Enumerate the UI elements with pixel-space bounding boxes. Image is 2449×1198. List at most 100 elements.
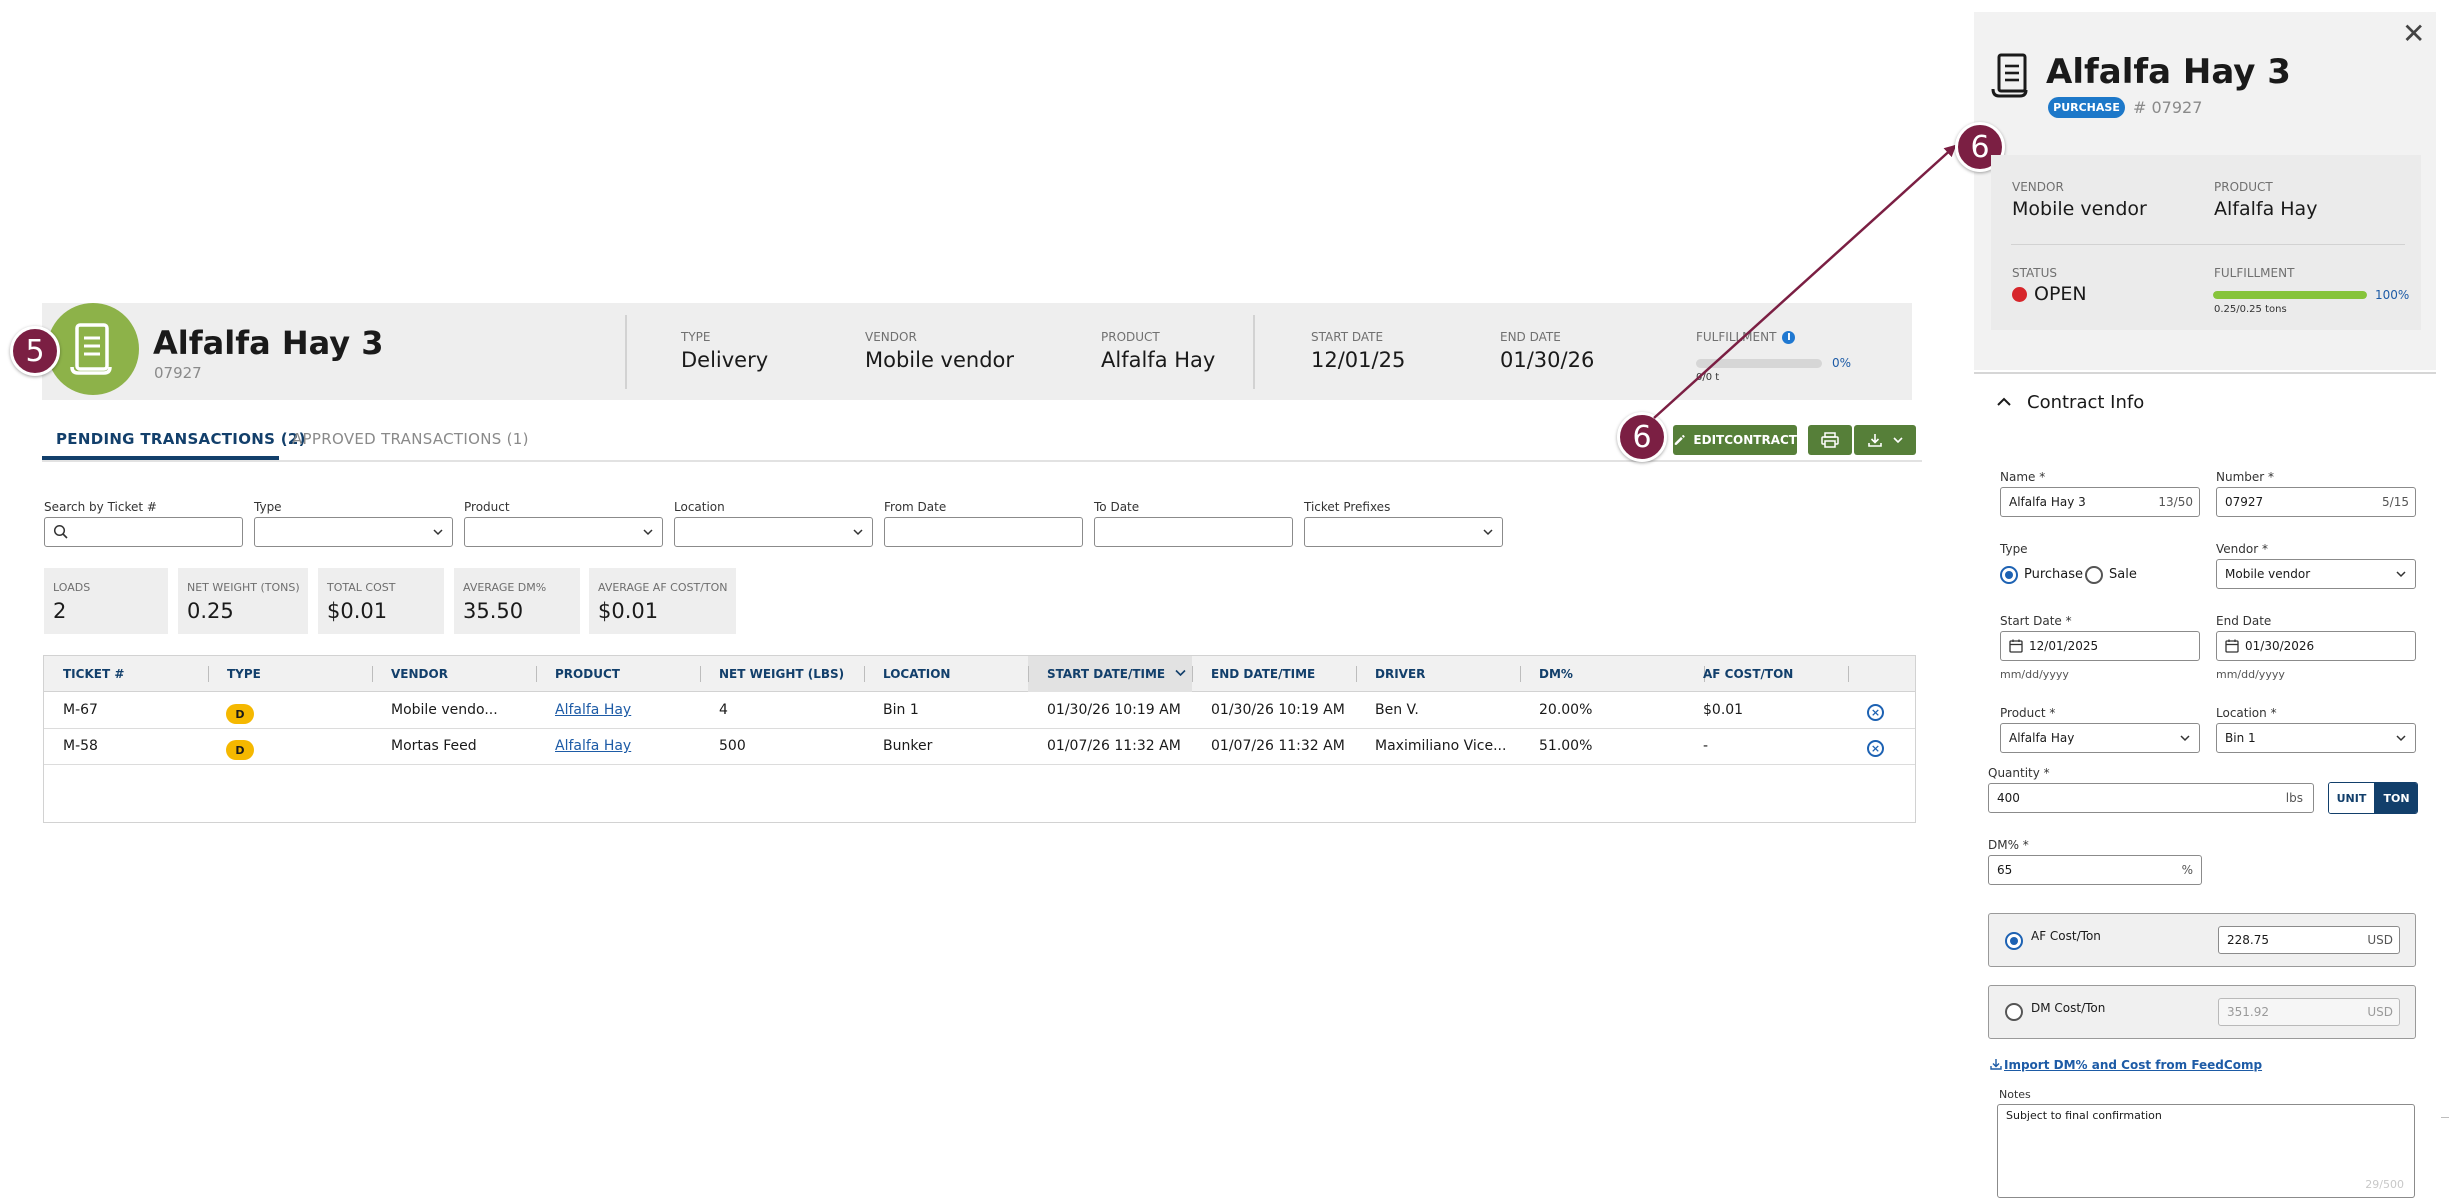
to-date-input[interactable] — [1094, 517, 1293, 547]
location-filter-select[interactable] — [674, 517, 873, 547]
from-date-label: From Date — [884, 500, 947, 514]
ticket-prefix-select[interactable] — [1304, 517, 1503, 547]
panel-status-value: OPEN — [2034, 283, 2087, 305]
cell-ticket: M-67 — [63, 702, 98, 718]
quantity-input[interactable]: 400 lbs — [1988, 783, 2314, 813]
row-divider — [44, 728, 1915, 729]
end-date-field-label: End Date — [2216, 614, 2272, 628]
start-date-field-value: 12/01/2025 — [2029, 639, 2099, 653]
printer-icon — [1821, 432, 1839, 448]
dm-unit: % — [2181, 863, 2193, 877]
column-header-type[interactable]: TYPE — [227, 667, 261, 681]
import-feedcomp-link[interactable]: Import DM% and Cost from FeedComp — [1990, 1058, 2262, 1072]
column-header-af-cost[interactable]: AF COST/TON — [1703, 667, 1793, 681]
column-divider — [372, 666, 373, 682]
summary-card-average-dm: AVERAGE DM% 35.50 — [454, 568, 580, 634]
column-header-end-date[interactable]: END DATE/TIME — [1211, 667, 1315, 681]
contract-avatar — [47, 303, 139, 395]
name-field[interactable]: Alfalfa Hay 3 13/50 — [2000, 487, 2200, 517]
search-icon — [53, 524, 68, 539]
print-button[interactable] — [1808, 425, 1852, 455]
panel-vendor-value: Mobile vendor — [2012, 198, 2147, 220]
chevron-down-icon — [2396, 571, 2406, 578]
cell-product-link[interactable]: Alfalfa Hay — [555, 702, 631, 718]
cell-vendor: Mobile vendo... — [391, 702, 498, 718]
cell-start-date: 01/07/26 11:32 AM — [1047, 738, 1181, 754]
download-icon — [1990, 1059, 2002, 1070]
type-sale-label[interactable]: Sale — [2109, 567, 2137, 582]
info-icon[interactable]: i — [1782, 331, 1796, 344]
close-icon[interactable]: ✕ — [2402, 20, 2425, 48]
calendar-icon[interactable] — [2225, 639, 2239, 653]
af-cost-value: 228.75 — [2227, 933, 2269, 947]
download-icon — [1868, 434, 1882, 447]
remove-row-icon[interactable]: × — [1867, 704, 1884, 721]
calendar-icon[interactable] — [2009, 639, 2023, 653]
from-date-input[interactable] — [884, 517, 1083, 547]
cell-net-weight: 4 — [719, 702, 728, 718]
sort-descending-icon — [1175, 669, 1186, 677]
column-header-location[interactable]: LOCATION — [883, 667, 950, 681]
location-select-value: Bin 1 — [2225, 731, 2256, 745]
panel-fulfillment-percent: 100% — [2375, 288, 2410, 302]
dm-cost-card[interactable]: DM Cost/Ton 351.92 USD — [1988, 985, 2416, 1039]
location-select[interactable]: Bin 1 — [2216, 723, 2416, 753]
type-value: Delivery — [681, 348, 769, 372]
contract-info-section-title[interactable]: Contract Info — [2027, 392, 2144, 413]
vendor-select[interactable]: Mobile vendor — [2216, 559, 2416, 589]
column-header-dm[interactable]: DM% — [1539, 667, 1573, 681]
column-header-ticket[interactable]: TICKET # — [63, 667, 124, 681]
tab-approved-transactions[interactable]: APPROVED TRANSACTIONS (1) — [292, 430, 529, 448]
type-purchase-radio[interactable] — [2000, 566, 2018, 584]
type-filter-select[interactable] — [254, 517, 453, 547]
chevron-up-icon[interactable] — [1996, 396, 2012, 408]
end-date-field-value: 01/30/2026 — [2245, 639, 2315, 653]
column-header-driver[interactable]: DRIVER — [1375, 667, 1425, 681]
unit-toggle-option[interactable]: UNIT — [2329, 783, 2374, 813]
remove-row-icon[interactable]: × — [1867, 740, 1884, 757]
ton-toggle-option[interactable]: TON — [2374, 783, 2417, 813]
search-ticket-label: Search by Ticket # — [44, 500, 157, 514]
product-select[interactable]: Alfalfa Hay — [2000, 723, 2200, 753]
panel-product-value: Alfalfa Hay — [2214, 198, 2318, 220]
column-header-product[interactable]: PRODUCT — [555, 667, 620, 681]
end-date-hint: mm/dd/yyyy — [2216, 668, 2285, 681]
column-header-vendor[interactable]: VENDOR — [391, 667, 448, 681]
dm-input[interactable]: 65 % — [1988, 855, 2202, 885]
cell-net-weight: 500 — [719, 738, 746, 754]
summary-value: $0.01 — [598, 599, 659, 623]
af-cost-input[interactable]: 228.75 USD — [2218, 926, 2400, 954]
cell-product-link[interactable]: Alfalfa Hay — [555, 738, 631, 754]
panel-divider — [1974, 372, 2436, 374]
vendor-value: Mobile vendor — [865, 348, 1015, 372]
product-value: Alfalfa Hay — [1101, 348, 1216, 372]
number-field[interactable]: 07927 5/15 — [2216, 487, 2416, 517]
af-cost-card[interactable]: AF Cost/Ton 228.75 USD — [1988, 913, 2416, 967]
column-header-net-weight[interactable]: NET WEIGHT (LBS) — [719, 667, 844, 681]
scrollbar[interactable] — [2441, 1117, 2449, 1118]
type-sale-radio[interactable] — [2085, 566, 2103, 584]
start-date-field[interactable]: 12/01/2025 — [2000, 631, 2200, 661]
cell-driver: Ben V. — [1375, 702, 1419, 718]
dm-cost-radio[interactable] — [2005, 1003, 2023, 1021]
start-date-field-label: Start Date * — [2000, 614, 2072, 628]
summary-card-net-weight: NET WEIGHT (TONS) 0.25 — [178, 568, 308, 634]
summary-label: AVERAGE AF COST/TON — [598, 581, 728, 594]
download-button[interactable] — [1854, 425, 1916, 455]
column-divider — [1848, 666, 1849, 682]
contract-title: Alfalfa Hay 3 — [153, 324, 384, 362]
search-ticket-input[interactable] — [44, 517, 243, 547]
tab-pending-transactions[interactable]: PENDING TRANSACTIONS (2) — [56, 430, 306, 448]
cell-dm: 20.00% — [1539, 702, 1593, 718]
chevron-down-icon — [1483, 529, 1493, 536]
edit-contract-button[interactable]: EDITCONTRACT — [1673, 425, 1797, 455]
notes-textarea[interactable]: Subject to final confirmation 29/500 — [1997, 1104, 2415, 1198]
af-cost-radio[interactable] — [2005, 932, 2023, 950]
type-purchase-label[interactable]: Purchase — [2024, 567, 2083, 582]
product-filter-select[interactable] — [464, 517, 663, 547]
column-header-start-date[interactable]: START DATE/TIME — [1047, 667, 1186, 681]
end-date-field[interactable]: 01/30/2026 — [2216, 631, 2416, 661]
edit-contract-label: EDITCONTRACT — [1693, 433, 1797, 447]
panel-vendor-label: VENDOR — [2012, 180, 2064, 194]
type-badge: D — [226, 740, 254, 760]
